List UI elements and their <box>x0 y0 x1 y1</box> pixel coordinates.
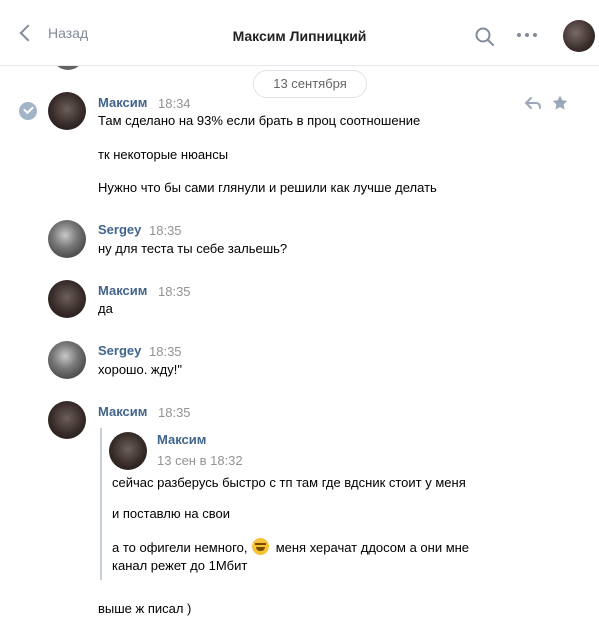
message-text: да <box>98 301 113 316</box>
message-text: ну для теста ты себе зальешь? <box>98 241 288 256</box>
selected-check-icon[interactable] <box>19 102 37 120</box>
avatar[interactable] <box>48 280 86 318</box>
star-icon[interactable] <box>551 94 569 112</box>
more-icon[interactable] <box>517 33 537 37</box>
avatar[interactable] <box>48 341 86 379</box>
avatar[interactable] <box>48 401 86 439</box>
date-separator: 13 сентября <box>253 70 367 98</box>
message-text: хорошо. жду!" <box>98 362 182 377</box>
message-time: 18:34 <box>158 96 191 111</box>
forwarded-text: канал режет до 1Мбит <box>112 558 248 573</box>
message-time: 18:35 <box>149 223 182 238</box>
forwarded-text: меня херачат ддосом а они мне <box>275 540 470 555</box>
forwarded-text: сейчас разберусь быстро с тп там где вдс… <box>112 475 466 490</box>
message-time: 18:35 <box>158 284 191 299</box>
author-name[interactable]: Sergey <box>98 343 141 358</box>
message-time: 18:35 <box>149 344 182 359</box>
forwarded-text: а то офигели немного, <box>112 540 248 555</box>
avatar[interactable] <box>48 220 86 258</box>
forwarded-author-name[interactable]: Максим <box>157 432 206 447</box>
message-text: выше ж писал ) <box>98 601 192 616</box>
avatar[interactable] <box>48 92 86 130</box>
message-text: Нужно что бы сами глянули и решили как л… <box>98 180 437 195</box>
author-name[interactable]: Максим <box>98 95 147 110</box>
search-icon[interactable] <box>474 26 496 48</box>
message-text: Там сделано на 93% если брать в проц соо… <box>98 113 421 128</box>
chat-title[interactable]: Максим Липницкий <box>0 28 599 44</box>
author-name[interactable]: Sergey <box>98 222 141 237</box>
chat-header: Назад Максим Липницкий <box>0 0 599 66</box>
author-name[interactable]: Максим <box>98 404 147 419</box>
header-avatar[interactable] <box>563 20 595 52</box>
author-name[interactable]: Максим <box>98 283 147 298</box>
forwarded-avatar[interactable] <box>109 432 147 470</box>
message-time: 18:35 <box>158 405 191 420</box>
laughing-emoji-icon <box>252 538 270 555</box>
reply-icon[interactable] <box>524 94 542 112</box>
forwarded-message-bar <box>100 428 102 580</box>
forwarded-text: и поставлю на свои <box>112 506 231 521</box>
message-text: тк некоторые нюансы <box>98 147 229 162</box>
forwarded-text-line: а то офигели немного, меня херачат ддосо… <box>112 538 469 555</box>
forwarded-date[interactable]: 13 сен в 18:32 <box>157 453 243 468</box>
